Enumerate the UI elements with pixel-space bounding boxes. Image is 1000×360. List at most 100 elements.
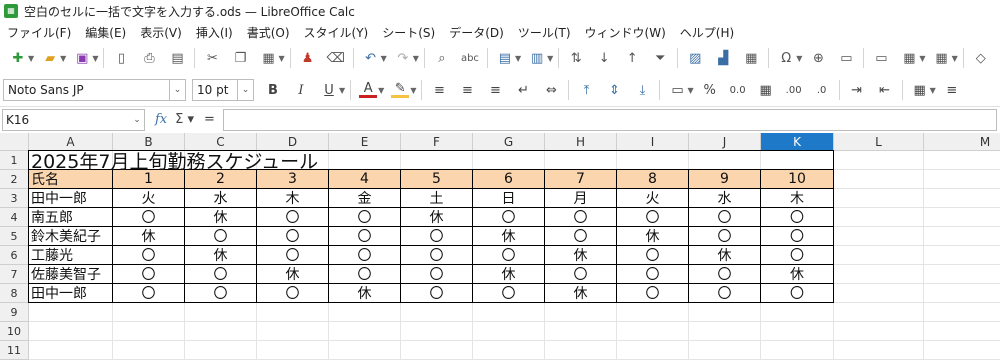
clone-format-icon[interactable]: ♟ [299,49,317,67]
cell[interactable] [257,322,329,341]
menu-edit[interactable]: 編集(E) [78,24,133,41]
cell[interactable] [473,303,545,322]
cell[interactable] [761,341,834,360]
day-header-cell[interactable]: 2 [185,170,257,189]
cell[interactable] [834,227,924,246]
schedule-cell[interactable]: 〇 [689,208,761,227]
insert-chart-icon[interactable]: ▟ [714,49,732,67]
special-character-icon[interactable]: Ω [777,49,795,67]
chevron-down-icon[interactable]: ▼ [339,86,345,95]
schedule-cell[interactable]: 〇 [257,227,329,246]
chevron-down-icon[interactable]: ▼ [381,54,387,63]
cell[interactable] [924,284,1000,303]
schedule-cell[interactable]: 〇 [617,246,689,265]
chevron-down-icon[interactable]: ▼ [28,54,34,63]
cell[interactable] [834,303,924,322]
select-all-corner[interactable] [0,133,29,151]
schedule-cell[interactable]: 〇 [761,246,834,265]
schedule-cell[interactable]: 休 [329,284,401,303]
schedule-cell[interactable]: 〇 [329,227,401,246]
day-header-cell[interactable]: 4 [329,170,401,189]
column-header-e[interactable]: E [329,133,401,151]
underline-icon[interactable]: U [320,81,338,99]
staff-name-cell[interactable]: 田中一郎 [29,189,113,208]
cell[interactable] [924,265,1000,284]
column-header-i[interactable]: I [617,133,689,151]
freeze-rows-columns-icon[interactable]: ▦ [933,49,951,67]
export-pdf-icon[interactable]: ▯ [112,49,130,67]
cell[interactable] [761,322,834,341]
spelling-icon[interactable]: abc [461,49,479,67]
schedule-cell[interactable]: 休 [257,265,329,284]
format-as-currency-icon[interactable]: ▭ [668,81,686,99]
row-header-9[interactable]: 9 [0,303,29,322]
font-name-box[interactable]: Noto Sans JP ⌄ [3,79,186,101]
format-as-percent-icon[interactable]: % [701,81,719,99]
undo-icon[interactable]: ↶ [362,49,380,67]
schedule-cell[interactable]: 休 [545,246,617,265]
cell[interactable] [401,303,473,322]
schedule-cell[interactable]: 〇 [329,265,401,284]
menu-data[interactable]: データ(D) [442,24,511,41]
schedule-cell[interactable]: 〇 [545,208,617,227]
spreadsheet-grid[interactable]: A B C D E F G H I J K L M 1 2 3 4 5 6 7 8 9 10 11 2025年7月上旬勤務スケジ… [0,133,1000,360]
staff-name-cell[interactable]: 工藤光 [29,246,113,265]
day-header-cell[interactable]: 7 [545,170,617,189]
clear-format-icon[interactable]: ⌫ [326,49,344,67]
menu-view[interactable]: 表示(V) [133,24,189,41]
increase-indent-icon[interactable]: ⇥ [848,81,866,99]
column-header-l[interactable]: L [834,133,924,151]
staff-name-cell[interactable]: 佐藤美智子 [29,265,113,284]
column-header-f[interactable]: F [401,133,473,151]
menu-styles[interactable]: スタイル(Y) [297,24,376,41]
schedule-cell[interactable]: 〇 [689,227,761,246]
chevron-down-icon[interactable]: ▼ [547,54,553,63]
schedule-cell[interactable]: 〇 [401,246,473,265]
day-header-cell[interactable]: 1 [113,170,185,189]
chevron-down-icon[interactable]: ▼ [60,54,66,63]
formula-icon[interactable]: = [204,112,215,127]
cell[interactable] [185,341,257,360]
schedule-cell[interactable]: 休 [617,227,689,246]
schedule-cell[interactable]: 〇 [473,208,545,227]
bold-icon[interactable]: B [264,81,282,99]
cell[interactable] [29,341,113,360]
define-print-area-icon[interactable]: ▦ [900,49,918,67]
delete-decimal-place-icon[interactable]: .0 [813,81,831,99]
schedule-cell[interactable]: 〇 [545,265,617,284]
schedule-cell[interactable]: 〇 [185,227,257,246]
cell[interactable] [329,341,401,360]
cell[interactable] [924,322,1000,341]
name-box[interactable]: K16 ⌄ [2,108,145,131]
schedule-cell[interactable]: 火 [617,189,689,208]
schedule-cell[interactable]: 木 [761,189,834,208]
cell[interactable] [924,341,1000,360]
chevron-down-icon[interactable]: ⌄ [237,80,253,100]
schedule-cell[interactable]: 〇 [329,208,401,227]
cell[interactable] [401,341,473,360]
day-header-cell[interactable]: 10 [761,170,834,189]
comment-icon[interactable]: ▭ [837,49,855,67]
schedule-cell[interactable]: 〇 [185,265,257,284]
chevron-down-icon[interactable]: ▼ [796,54,802,63]
menu-insert[interactable]: 挿入(I) [189,24,240,41]
schedule-cell[interactable]: 〇 [329,246,401,265]
schedule-cell[interactable]: 〇 [257,208,329,227]
add-decimal-place-icon[interactable]: .00 [785,81,803,99]
cell[interactable] [689,303,761,322]
schedule-cell[interactable]: 水 [689,189,761,208]
schedule-cell[interactable]: 〇 [761,284,834,303]
cell[interactable] [29,322,113,341]
cell[interactable] [834,341,924,360]
chevron-down-icon[interactable]: ▼ [92,54,98,63]
column-header-g[interactable]: G [473,133,545,151]
cell[interactable] [617,341,689,360]
cell[interactable] [834,189,924,208]
schedule-cell[interactable]: 〇 [113,265,185,284]
cut-icon[interactable]: ✂ [203,49,221,67]
schedule-cell[interactable]: 休 [185,246,257,265]
row-header-5[interactable]: 5 [0,227,29,246]
cell[interactable] [617,322,689,341]
align-right-icon[interactable]: ≡ [486,81,504,99]
cell[interactable] [834,208,924,227]
